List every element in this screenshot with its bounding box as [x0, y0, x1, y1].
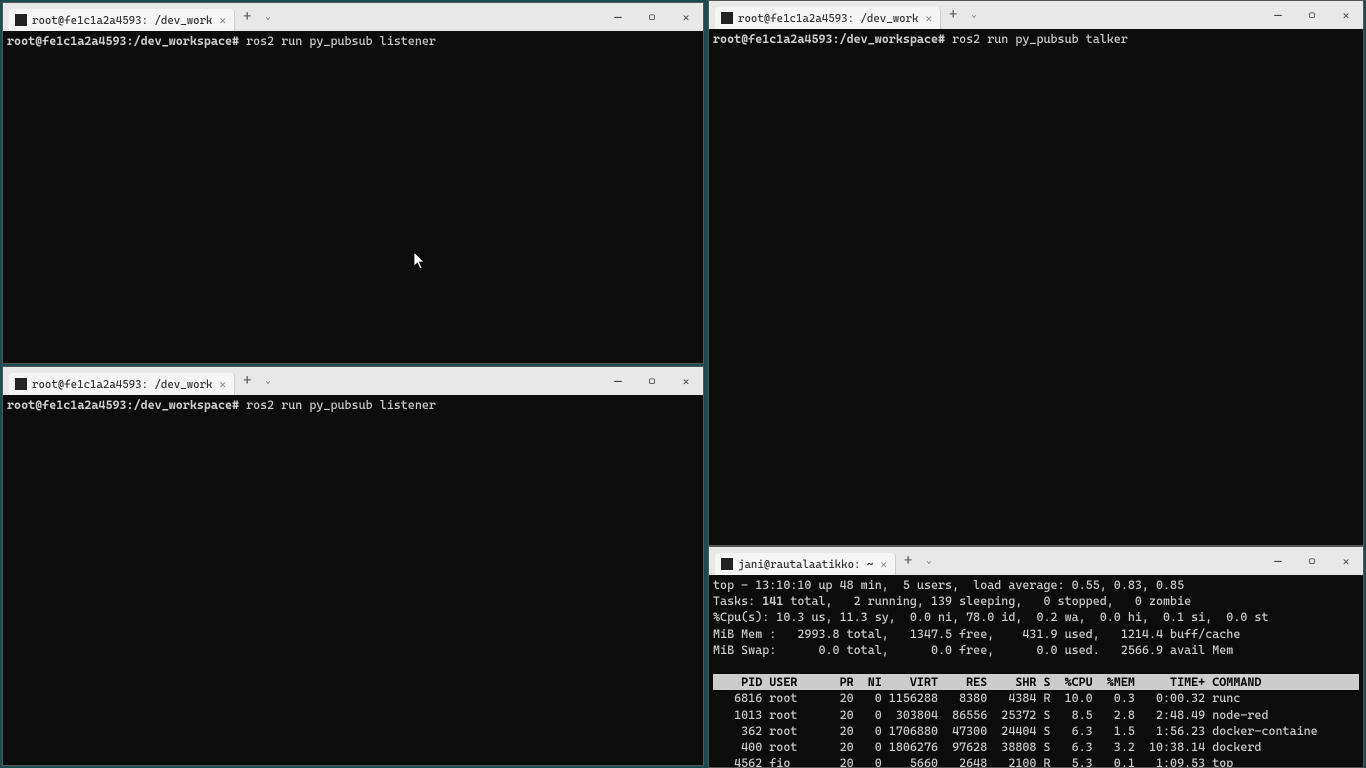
top-tasks-line: Tasks: 141 total, 2 running, 139 sleepin… [713, 593, 1359, 609]
titlebar[interactable]: root@fe1c1a2a4593: /dev_work ✕ + ⌄ ─ ▢ ✕ [3, 3, 703, 31]
close-tab-icon[interactable]: ✕ [923, 12, 934, 25]
minimize-button[interactable]: ─ [1261, 547, 1295, 575]
titlebar[interactable]: root@fe1c1a2a4593: /dev_work ✕ + ⌄ ─ ▢ ✕ [709, 1, 1363, 29]
top-process-row: 6816 root 20 0 1156288 8380 4384 R 10.0 … [713, 690, 1359, 706]
minimize-button[interactable]: ─ [601, 3, 635, 31]
tab-dropdown-icon[interactable]: ⌄ [965, 10, 982, 20]
new-tab-button[interactable]: + [235, 9, 259, 25]
top-process-row: 4562 fio 20 0 5660 2648 2100 R 5.3 0.1 1… [713, 755, 1359, 767]
new-tab-button[interactable]: + [941, 7, 965, 23]
top-swap-line: MiB Swap: 0.0 total, 0.0 free, 0.0 used.… [713, 642, 1359, 658]
command: ros2 run py_pubsub talker [952, 32, 1128, 46]
close-button[interactable]: ✕ [669, 3, 703, 31]
terminal-body[interactable]: root@fe1c1a2a4593:/dev_workspace# ros2 r… [709, 29, 1363, 545]
terminal-window-bottom-left[interactable]: root@fe1c1a2a4593: /dev_work ✕ + ⌄ ─ ▢ ✕… [2, 366, 704, 766]
top-blank-line [713, 658, 1359, 674]
terminal-window-bottom-right[interactable]: jani@rautalaatikko: ~ ✕ + ⌄ ─ ▢ ✕ top - … [708, 546, 1364, 768]
terminal-body-top[interactable]: top - 13:10:10 up 48 min, 5 users, load … [709, 575, 1363, 767]
maximize-button[interactable]: ▢ [635, 3, 669, 31]
terminal-icon [15, 14, 27, 26]
top-process-row: 362 root 20 0 1706880 47300 24404 S 6.3 … [713, 723, 1359, 739]
tab[interactable]: root@fe1c1a2a4593: /dev_work ✕ [715, 7, 941, 29]
tab-title: root@fe1c1a2a4593: /dev_work [32, 378, 212, 391]
tab-title: jani@rautalaatikko: ~ [738, 558, 873, 571]
top-mem-line: MiB Mem : 2993.8 total, 1347.5 free, 431… [713, 626, 1359, 642]
close-tab-icon[interactable]: ✕ [217, 378, 228, 391]
maximize-button[interactable]: ▢ [635, 367, 669, 395]
tab[interactable]: jani@rautalaatikko: ~ ✕ [715, 553, 896, 575]
tab-dropdown-icon[interactable]: ⌄ [259, 12, 276, 22]
prompt: root@fe1c1a2a4593:/dev_workspace# [7, 398, 239, 412]
close-tab-icon[interactable]: ✕ [878, 558, 889, 571]
tab-dropdown-icon[interactable]: ⌄ [920, 556, 937, 566]
close-tab-icon[interactable]: ✕ [217, 14, 228, 27]
minimize-button[interactable]: ─ [601, 367, 635, 395]
tab-title: root@fe1c1a2a4593: /dev_work [32, 14, 212, 27]
minimize-button[interactable]: ─ [1261, 1, 1295, 29]
command: ros2 run py_pubsub listener [246, 398, 436, 412]
tab[interactable]: root@fe1c1a2a4593: /dev_work ✕ [9, 373, 235, 395]
maximize-button[interactable]: ▢ [1295, 1, 1329, 29]
top-header-row: PID USER PR NI VIRT RES SHR S %CPU %MEM … [713, 674, 1359, 690]
command: ros2 run py_pubsub listener [246, 34, 436, 48]
terminal-body[interactable]: root@fe1c1a2a4593:/dev_workspace# ros2 r… [3, 31, 703, 363]
top-process-row: 1013 root 20 0 303804 86556 25372 S 8.5 … [713, 707, 1359, 723]
maximize-button[interactable]: ▢ [1295, 547, 1329, 575]
terminal-body[interactable]: root@fe1c1a2a4593:/dev_workspace# ros2 r… [3, 395, 703, 765]
prompt: root@fe1c1a2a4593:/dev_workspace# [7, 34, 239, 48]
terminal-icon [721, 558, 733, 570]
top-process-row: 400 root 20 0 1806276 97628 38808 S 6.3 … [713, 739, 1359, 755]
terminal-icon [721, 12, 733, 24]
new-tab-button[interactable]: + [235, 373, 259, 389]
tab[interactable]: root@fe1c1a2a4593: /dev_work ✕ [9, 9, 235, 31]
close-button[interactable]: ✕ [1329, 547, 1363, 575]
terminal-icon [15, 378, 27, 390]
top-summary-line: top - 13:10:10 up 48 min, 5 users, load … [713, 577, 1359, 593]
prompt: root@fe1c1a2a4593:/dev_workspace# [713, 32, 945, 46]
close-button[interactable]: ✕ [1329, 1, 1363, 29]
tab-dropdown-icon[interactable]: ⌄ [259, 376, 276, 386]
titlebar[interactable]: root@fe1c1a2a4593: /dev_work ✕ + ⌄ ─ ▢ ✕ [3, 367, 703, 395]
new-tab-button[interactable]: + [896, 553, 920, 569]
tab-title: root@fe1c1a2a4593: /dev_work [738, 12, 918, 25]
close-button[interactable]: ✕ [669, 367, 703, 395]
titlebar[interactable]: jani@rautalaatikko: ~ ✕ + ⌄ ─ ▢ ✕ [709, 547, 1363, 575]
top-cpu-line: %Cpu(s): 10.3 us, 11.3 sy, 0.0 ni, 78.0 … [713, 609, 1359, 625]
terminal-window-top-left[interactable]: root@fe1c1a2a4593: /dev_work ✕ + ⌄ ─ ▢ ✕… [2, 2, 704, 364]
terminal-window-top-right[interactable]: root@fe1c1a2a4593: /dev_work ✕ + ⌄ ─ ▢ ✕… [708, 0, 1364, 546]
